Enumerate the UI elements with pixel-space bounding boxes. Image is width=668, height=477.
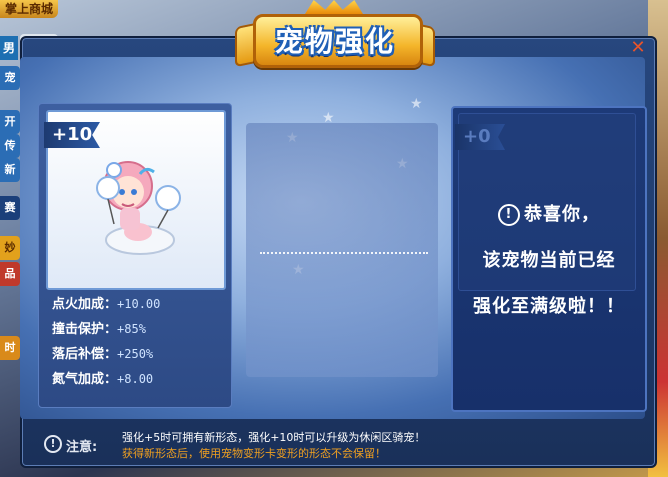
stat-label: 落后补偿：: [52, 347, 118, 362]
notice-label: 注意:: [66, 440, 98, 455]
side-tab-chuan[interactable]: 传: [0, 134, 20, 158]
congrats-line: ! 恭喜你，: [460, 192, 638, 238]
side-tab-start[interactable]: 开始: [0, 110, 20, 134]
congrats-text: 恭喜你，: [524, 204, 600, 225]
male-tab[interactable]: 男: [0, 36, 18, 60]
material-slot-area: [246, 123, 438, 377]
pet-stats: 点火加成：+10.00 撞击保护：+85% 落后补偿：+250% 氮气加成：+8…: [52, 292, 227, 392]
mall-button[interactable]: 掌上商城: [0, 0, 58, 18]
side-tab-new[interactable]: 新: [0, 158, 20, 182]
stat-label: 氮气加成：: [52, 372, 118, 387]
side-tab-miao[interactable]: 妙: [0, 236, 20, 260]
max-level-message: ! 恭喜你， 该宠物当前已经 强化至满级啦！！: [460, 192, 638, 330]
exclamation-icon: !: [498, 204, 520, 226]
congrats-line: 该宠物当前已经: [482, 250, 616, 271]
sparkle-icon: ★: [410, 96, 423, 112]
stat-row: 撞击保护：+85%: [52, 317, 227, 342]
stat-value: +85%: [117, 322, 146, 336]
side-tab-pinwu[interactable]: 品屋: [0, 262, 20, 286]
stat-row: 落后补偿：+250%: [52, 342, 227, 367]
side-tab-kart[interactable]: 赛车: [0, 196, 20, 220]
stat-label: 撞击保护：: [52, 322, 118, 337]
dotted-divider: [260, 252, 428, 254]
title-banner: 宠物强化: [235, 6, 435, 68]
side-tab-pet[interactable]: 宠物: [0, 66, 20, 90]
stat-value: +250%: [117, 347, 154, 361]
notice-text-warning: 获得新形态后，使用宠物变形卡变形的形态不会保留！: [122, 447, 386, 460]
dialog-title: 宠物强化: [274, 25, 395, 58]
stat-row: 点火加成：+10.00: [52, 292, 227, 317]
stat-label: 点火加成：: [52, 297, 118, 312]
notice-icon: !: [44, 435, 62, 453]
level-badge-result: +0: [455, 124, 505, 150]
side-tab-fashion[interactable]: 时尚: [0, 336, 20, 360]
close-button[interactable]: ✕: [626, 38, 650, 58]
stat-row: 氮气加成：+8.00: [52, 367, 227, 392]
stat-value: +10.00: [117, 297, 161, 311]
congrats-line: 强化至满级啦！！: [473, 296, 625, 317]
notice-bar: ! 注意: 强化+5时可拥有新形态，强化+10时可以升级为休闲区骑宠！ 获得新形…: [30, 425, 642, 463]
stat-value: +8.00: [117, 372, 154, 386]
level-badge-current: +10: [44, 122, 100, 148]
notice-text-primary: 强化+5时可拥有新形态，强化+10时可以升级为休闲区骑宠！: [122, 431, 426, 444]
